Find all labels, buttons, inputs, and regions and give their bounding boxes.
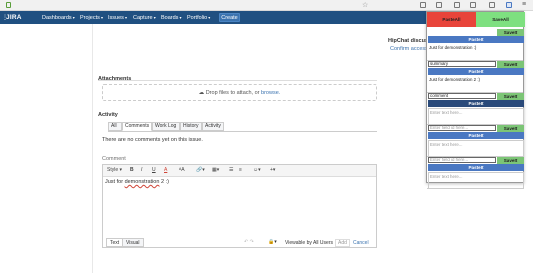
comment-editor[interactable]: Style ▾ B I U A ᴬA 🔗▾ ▦▾ ☰ ≡ ☺▾ +▾ Just … bbox=[102, 164, 377, 248]
table-icon[interactable]: ▦▾ bbox=[212, 167, 219, 173]
paste-button[interactable]: PasteIt bbox=[428, 164, 524, 171]
nav-dashboards[interactable]: Dashboards bbox=[42, 15, 75, 21]
attachment-dropzone[interactable]: ☁ Drop files to attach, or browse. bbox=[102, 84, 377, 101]
entry-divider bbox=[427, 188, 523, 189]
field-id-input[interactable]: Enter field id here... bbox=[428, 125, 496, 131]
tab-all[interactable]: All bbox=[108, 122, 122, 131]
tabs-underline bbox=[108, 131, 377, 132]
viewable-by: Viewable by All Users bbox=[285, 240, 333, 246]
sidebar-divider bbox=[92, 24, 93, 273]
field-id-input[interactable] bbox=[428, 29, 496, 35]
download-icon[interactable] bbox=[436, 2, 442, 8]
upload-icon: ☁ bbox=[198, 90, 205, 96]
no-comments-text: There are no comments yet on this issue. bbox=[102, 137, 203, 143]
text-area[interactable]: Just for demonstration :) bbox=[428, 44, 524, 61]
text-area[interactable]: Enter text here... bbox=[428, 140, 524, 157]
field-id-input[interactable]: summary bbox=[428, 61, 496, 67]
nav-portfolio[interactable]: Portfolio bbox=[187, 15, 210, 21]
save-all-button[interactable]: SaveAll bbox=[476, 12, 525, 27]
addon-icon[interactable] bbox=[489, 2, 495, 8]
text-area[interactable]: Enter text here... bbox=[428, 172, 524, 189]
dropzone-text: ☁ Drop files to attach, or browse. bbox=[198, 90, 281, 96]
create-button[interactable]: Create bbox=[219, 13, 240, 22]
hipchat-heading: HipChat discuss bbox=[388, 38, 432, 44]
save-button[interactable]: SaveIt bbox=[497, 29, 524, 36]
text-size-button[interactable]: ᴬA bbox=[179, 167, 185, 173]
jira-header: ⋮ JIRA Dashboards Projects Issues Captur… bbox=[0, 11, 430, 24]
tab-history[interactable]: History bbox=[180, 122, 202, 131]
bookmark-star-icon[interactable]: ☆ bbox=[362, 1, 368, 9]
lock-viewable-icon[interactable]: 🔒▾ bbox=[268, 239, 277, 245]
save-button[interactable]: SaveIt bbox=[497, 125, 524, 132]
attachments-heading: Attachments bbox=[98, 76, 132, 82]
text-color-button[interactable]: A bbox=[164, 167, 167, 173]
pocket-icon[interactable] bbox=[470, 2, 476, 8]
browse-link[interactable]: browse. bbox=[261, 90, 280, 96]
paste-button[interactable]: PasteIt bbox=[428, 132, 524, 139]
italic-button[interactable]: I bbox=[141, 167, 142, 173]
comment-text[interactable]: Just for demonstration 2 :) bbox=[103, 179, 169, 185]
divider bbox=[98, 80, 377, 81]
tab-activity[interactable]: Activity bbox=[202, 122, 224, 131]
add-comment-button[interactable]: Add bbox=[335, 239, 350, 247]
bullet-list-icon[interactable]: ☰ bbox=[229, 167, 233, 173]
undo-icon[interactable]: ↶ ↷ bbox=[244, 239, 254, 245]
nav-issues[interactable]: Issues bbox=[108, 15, 127, 21]
save-button[interactable]: SaveIt bbox=[497, 61, 524, 68]
save-button[interactable]: SaveIt bbox=[497, 93, 524, 100]
extension-icon[interactable] bbox=[420, 2, 426, 8]
field-id-input[interactable]: comment bbox=[428, 93, 496, 99]
lock-icon bbox=[6, 2, 11, 8]
style-dropdown[interactable]: Style ▾ bbox=[107, 167, 122, 173]
tab-text-mode[interactable]: Text bbox=[106, 238, 124, 247]
confirm-access-link[interactable]: Confirm access bbox=[390, 46, 428, 52]
save-button[interactable]: SaveIt bbox=[497, 157, 524, 164]
text-area[interactable]: Just for demonstration 2 :) bbox=[428, 76, 524, 93]
nav-capture[interactable]: Capture bbox=[133, 15, 156, 21]
paste-button[interactable]: PasteIt bbox=[428, 100, 524, 107]
underline-button[interactable]: U bbox=[152, 167, 156, 173]
tab-comments[interactable]: Comments bbox=[122, 122, 152, 131]
text-area[interactable]: Enter text here... bbox=[428, 108, 524, 125]
jira-logo[interactable]: JIRA bbox=[6, 14, 22, 21]
numbered-list-icon[interactable]: ≡ bbox=[239, 167, 242, 173]
cancel-comment-link[interactable]: Cancel bbox=[353, 240, 369, 246]
comment-label: Comment bbox=[102, 156, 126, 162]
tab-work-log[interactable]: Work Log bbox=[152, 122, 180, 131]
nav-projects[interactable]: Projects bbox=[80, 15, 103, 21]
paste-button[interactable]: PasteIt bbox=[428, 36, 524, 43]
editor-footer: Text Visual ↶ ↷ 🔒▾ Viewable by All Users… bbox=[103, 238, 376, 248]
link-icon[interactable]: 🔗▾ bbox=[196, 167, 205, 173]
activity-heading: Activity bbox=[98, 112, 118, 118]
bold-button[interactable]: B bbox=[130, 167, 134, 173]
field-id-input[interactable]: Enter field id here... bbox=[428, 157, 496, 163]
nav-boards[interactable]: Boards bbox=[161, 15, 182, 21]
browser-toolbar: ☆ ≡ bbox=[0, 0, 533, 11]
tab-visual-mode[interactable]: Visual bbox=[122, 238, 144, 247]
pasteit-popup: PasteAll SaveAll SaveIt PasteIt Just for d… bbox=[426, 11, 525, 189]
paste-button[interactable]: PasteIt bbox=[428, 68, 524, 75]
pasteit-extension-icon[interactable] bbox=[506, 2, 512, 8]
editor-toolbar: Style ▾ B I U A ᴬA 🔗▾ ▦▾ ☰ ≡ ☺▾ +▾ bbox=[103, 165, 376, 177]
emoticon-icon[interactable]: ☺▾ bbox=[253, 167, 261, 173]
paste-all-button[interactable]: PasteAll bbox=[427, 12, 476, 27]
insert-more-icon[interactable]: +▾ bbox=[270, 167, 275, 173]
home-icon[interactable] bbox=[454, 2, 460, 8]
menu-icon[interactable]: ≡ bbox=[522, 1, 526, 8]
